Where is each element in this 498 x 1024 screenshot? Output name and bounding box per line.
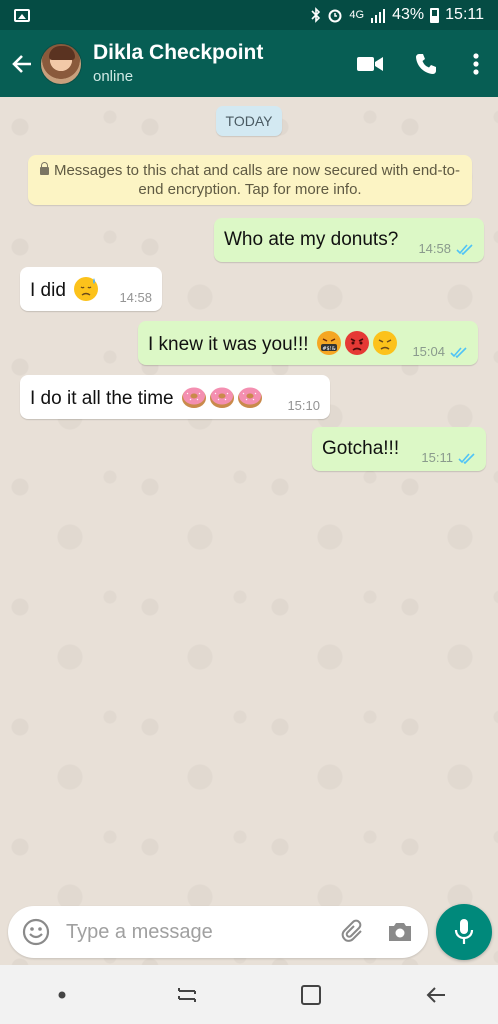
message-text: I knew it was you!!! #$!&	[148, 330, 398, 356]
signal-icon	[371, 8, 386, 23]
contact-info[interactable]: Dikla Checkpoint online	[93, 41, 263, 87]
lock-icon	[39, 162, 49, 175]
network-type: 4G	[349, 9, 365, 21]
home-square-icon	[301, 984, 322, 1005]
message-meta: 15:11	[411, 450, 476, 471]
recent-apps-button[interactable]	[157, 975, 217, 1015]
svg-text:#$!&: #$!&	[322, 346, 335, 352]
message-time: 15:11	[421, 450, 453, 465]
back-arrow-icon	[12, 54, 31, 73]
message-meta: 15:04	[402, 344, 468, 365]
paperclip-icon	[341, 919, 362, 942]
contact-status: online	[93, 67, 134, 85]
annoyed-face-emoji-icon	[372, 331, 397, 355]
status-time: 15:11	[445, 6, 484, 23]
message-bubble-outgoing[interactable]: Who ate my donuts? 14:58	[214, 218, 484, 262]
message-text: I did	[30, 276, 99, 302]
message-bubble-outgoing[interactable]: Gotcha!!! 15:11	[312, 427, 486, 471]
recent-apps-icon	[177, 987, 196, 1002]
phone-icon	[416, 53, 436, 74]
bluetooth-icon	[311, 7, 321, 23]
donut-emoji-icon	[181, 387, 206, 408]
alarm-icon	[328, 9, 342, 23]
microphone-icon	[454, 919, 474, 944]
message-text: Who ate my donuts?	[224, 229, 399, 250]
back-arrow-icon	[426, 986, 445, 1003]
message-meta: 14:58	[408, 241, 474, 262]
message-time: 14:58	[119, 290, 152, 305]
encryption-notice-text: Messages to this chat and calls are now …	[53, 162, 461, 198]
read-ticks-icon	[450, 346, 467, 358]
back-button[interactable]	[4, 44, 40, 84]
angry-face-emoji-icon	[344, 331, 369, 355]
read-ticks-icon	[458, 452, 475, 464]
donut-emoji-icon	[237, 387, 262, 408]
camera-button[interactable]	[384, 916, 416, 948]
attach-button[interactable]	[338, 916, 370, 948]
message-text: I do it all the time	[30, 384, 263, 410]
status-indicators: 4G 43% 15:11	[311, 6, 484, 24]
message-bubble-outgoing[interactable]: I knew it was you!!! #$!& 15:04	[138, 321, 478, 365]
header-actions	[342, 39, 498, 89]
message-meta: 15:10	[277, 398, 320, 419]
status-bar: 4G 43% 15:11	[0, 0, 498, 30]
dot-icon	[58, 991, 66, 998]
message-time: 15:04	[412, 344, 445, 359]
gallery-notification-icon	[14, 8, 30, 22]
camera-icon	[389, 923, 411, 941]
sweat-face-emoji-icon	[74, 277, 99, 301]
date-chip: TODAY	[216, 106, 282, 136]
message-input[interactable]	[66, 920, 338, 944]
message-time: 15:10	[287, 398, 320, 413]
more-vert-icon	[473, 52, 479, 75]
smiley-icon	[22, 918, 50, 946]
emoji-button[interactable]	[20, 916, 52, 948]
system-nav-bar	[0, 965, 498, 1024]
message-meta: 14:58	[109, 290, 152, 311]
nav-dot-button[interactable]	[32, 975, 92, 1015]
message-time: 14:58	[418, 241, 451, 256]
chat-area[interactable]: TODAY Messages to this chat and calls ar…	[0, 97, 498, 965]
video-call-button[interactable]	[342, 39, 398, 89]
battery-icon	[430, 7, 440, 23]
voice-call-button[interactable]	[398, 39, 454, 89]
battery-percent: 43%	[392, 6, 425, 23]
chat-header: Dikla Checkpoint online	[0, 30, 498, 97]
contact-avatar[interactable]	[40, 42, 82, 85]
read-ticks-icon	[456, 243, 473, 255]
message-bubble-incoming[interactable]: I did 14:58	[20, 267, 162, 311]
message-bubble-incoming[interactable]: I do it all the time 15:10	[20, 375, 330, 419]
voice-record-button[interactable]	[436, 904, 492, 960]
home-button[interactable]	[281, 975, 341, 1015]
video-call-icon	[357, 56, 383, 71]
message-input-bar	[8, 906, 428, 958]
message-text: Gotcha!!!	[322, 438, 400, 459]
more-options-button[interactable]	[454, 39, 498, 89]
encryption-notice[interactable]: Messages to this chat and calls are now …	[28, 155, 472, 205]
donut-emoji-icon	[209, 387, 234, 408]
contact-name: Dikla Checkpoint	[93, 40, 264, 64]
nav-back-button[interactable]	[406, 975, 466, 1015]
cursing-face-emoji-icon: #$!&	[316, 331, 341, 355]
